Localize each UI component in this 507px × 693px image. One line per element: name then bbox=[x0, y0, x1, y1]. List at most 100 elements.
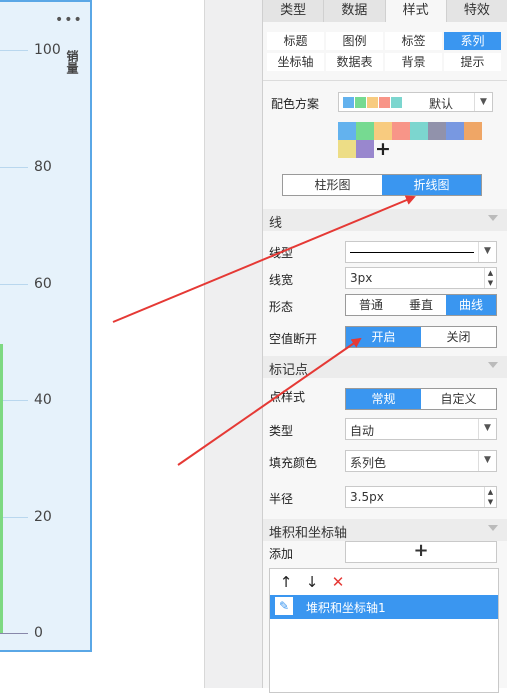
y-axis-title: 销量 bbox=[65, 50, 79, 74]
move-up-icon[interactable]: ↑ bbox=[278, 573, 294, 591]
stack-item-name: 堆积和坐标轴1 bbox=[306, 601, 386, 615]
section-title: 堆积和坐标轴 bbox=[269, 526, 348, 541]
y-tick-label: 0 bbox=[34, 625, 43, 641]
fill-color-label: 填充颜色 bbox=[269, 456, 318, 470]
collapse-icon bbox=[488, 215, 498, 221]
radius-label: 半径 bbox=[269, 492, 294, 506]
marker-type-value: 自动 bbox=[350, 424, 375, 438]
line-width-label: 线宽 bbox=[269, 273, 294, 287]
marker-section-header[interactable]: 标记点 bbox=[263, 356, 507, 378]
null-break-on-button[interactable]: 开启 bbox=[346, 327, 421, 347]
scheme-color-swatch bbox=[391, 97, 402, 108]
main-tabs: 类型 数据 样式 特效 bbox=[263, 0, 507, 22]
collapse-icon bbox=[488, 362, 498, 368]
color-scheme-value: 默认 bbox=[429, 97, 454, 111]
panel-gutter bbox=[204, 0, 262, 688]
y-tick-label: 80 bbox=[34, 159, 52, 175]
shape-curve-button[interactable]: 曲线 bbox=[446, 295, 496, 315]
x-axis-line bbox=[0, 633, 28, 634]
tab-type[interactable]: 类型 bbox=[263, 0, 325, 22]
stack-list: ↑ ↓ ✕ ✎ 堆积和坐标轴1 bbox=[269, 568, 499, 693]
line-section-header[interactable]: 线 bbox=[263, 209, 507, 231]
subtab-legend[interactable]: 图例 bbox=[326, 32, 383, 50]
section-title: 线 bbox=[269, 216, 283, 231]
palette-color-swatch[interactable] bbox=[428, 122, 446, 140]
add-stack-button[interactable]: + bbox=[345, 541, 497, 563]
marker-style-toggle: 常规 自定义 bbox=[345, 388, 497, 410]
palette-color-swatch[interactable] bbox=[464, 122, 482, 140]
subtab-tooltip[interactable]: 提示 bbox=[444, 53, 501, 71]
chart-type-toggle: 柱形图 折线图 bbox=[282, 174, 482, 196]
tab-data[interactable]: 数据 bbox=[324, 0, 386, 22]
subtab-title[interactable]: 标题 bbox=[267, 32, 324, 50]
marker-type-label: 类型 bbox=[269, 424, 294, 438]
move-down-icon[interactable]: ↓ bbox=[304, 573, 320, 591]
line-type-label: 线型 bbox=[269, 246, 294, 260]
palette-color-swatch[interactable] bbox=[392, 122, 410, 140]
y-tick-label: 40 bbox=[34, 392, 52, 408]
palette-color-swatch[interactable] bbox=[356, 122, 374, 140]
y-tick-label: 60 bbox=[34, 276, 52, 292]
line-type-select[interactable]: ▼ bbox=[345, 241, 497, 263]
palette-color-swatch[interactable] bbox=[356, 140, 374, 158]
null-break-toggle: 开启 关闭 bbox=[345, 326, 497, 348]
shape-label: 形态 bbox=[269, 300, 294, 314]
tab-style[interactable]: 样式 bbox=[385, 0, 447, 22]
marker-custom-button[interactable]: 自定义 bbox=[421, 389, 496, 409]
marker-regular-button[interactable]: 常规 bbox=[346, 389, 421, 409]
list-item[interactable]: ✎ 堆积和坐标轴1 bbox=[270, 595, 498, 619]
chevron-down-icon: ▼ bbox=[478, 451, 496, 471]
bar-chart-button[interactable]: 柱形图 bbox=[283, 175, 382, 195]
gridline bbox=[0, 50, 28, 51]
subtab-datatable[interactable]: 数据表 bbox=[326, 53, 383, 71]
add-label: 添加 bbox=[269, 547, 294, 561]
gridline bbox=[0, 400, 28, 401]
subtab-axis[interactable]: 坐标轴 bbox=[267, 53, 324, 71]
tab-effects[interactable]: 特效 bbox=[447, 0, 507, 22]
y-tick-label: 20 bbox=[34, 509, 52, 525]
color-palette: + bbox=[338, 122, 488, 159]
stepper-icon[interactable]: ▲ ▼ bbox=[484, 268, 496, 288]
radius-input[interactable]: 3.5px ▲ ▼ bbox=[345, 486, 497, 508]
shape-toggle: 普通 垂直 曲线 bbox=[345, 294, 497, 316]
null-break-label: 空值断开 bbox=[269, 332, 318, 346]
palette-color-swatch[interactable] bbox=[338, 122, 356, 140]
shape-normal-button[interactable]: 普通 bbox=[346, 295, 396, 315]
marker-style-label: 点样式 bbox=[269, 390, 306, 404]
scheme-color-swatch bbox=[379, 97, 390, 108]
stack-toolbar: ↑ ↓ ✕ bbox=[278, 573, 346, 591]
shape-vertical-button[interactable]: 垂直 bbox=[396, 295, 446, 315]
subtab-background[interactable]: 背景 bbox=[385, 53, 442, 71]
line-style-preview bbox=[350, 252, 474, 253]
radius-value: 3.5px bbox=[350, 490, 384, 504]
gridline bbox=[0, 167, 28, 168]
palette-color-swatch[interactable] bbox=[446, 122, 464, 140]
stack-section-header[interactable]: 堆积和坐标轴 bbox=[263, 519, 507, 541]
subtab-label[interactable]: 标签 bbox=[385, 32, 442, 50]
chart-preview[interactable]: ••• 销量 100 80 60 40 20 0 bbox=[0, 0, 92, 652]
null-break-off-button[interactable]: 关闭 bbox=[421, 327, 496, 347]
chevron-down-icon: ▼ bbox=[478, 419, 496, 439]
marker-type-select[interactable]: 自动 ▼ bbox=[345, 418, 497, 440]
style-subtabs: 标题 图例 标签 系列 坐标轴 数据表 背景 提示 bbox=[267, 32, 503, 71]
chevron-down-icon: ▼ bbox=[478, 242, 496, 262]
stepper-icon[interactable]: ▲ ▼ bbox=[484, 487, 496, 507]
color-scheme-select[interactable]: 默认 ▼ bbox=[338, 92, 493, 112]
scheme-color-swatch bbox=[367, 97, 378, 108]
divider bbox=[263, 80, 507, 81]
line-width-input[interactable]: 3px ▲ ▼ bbox=[345, 267, 497, 289]
fill-color-select[interactable]: 系列色 ▼ bbox=[345, 450, 497, 472]
edit-icon[interactable]: ✎ bbox=[275, 597, 293, 615]
fill-color-value: 系列色 bbox=[350, 456, 387, 470]
line-chart-button[interactable]: 折线图 bbox=[382, 175, 481, 195]
series-bar[interactable] bbox=[0, 344, 3, 633]
palette-color-swatch[interactable] bbox=[338, 140, 356, 158]
palette-color-swatch[interactable] bbox=[410, 122, 428, 140]
delete-icon[interactable]: ✕ bbox=[330, 573, 346, 591]
more-icon[interactable]: ••• bbox=[55, 13, 83, 27]
gridline bbox=[0, 517, 28, 518]
scheme-color-swatch bbox=[343, 97, 354, 108]
subtab-series[interactable]: 系列 bbox=[444, 32, 501, 50]
add-color-icon[interactable]: + bbox=[374, 140, 392, 159]
gridline bbox=[0, 284, 28, 285]
